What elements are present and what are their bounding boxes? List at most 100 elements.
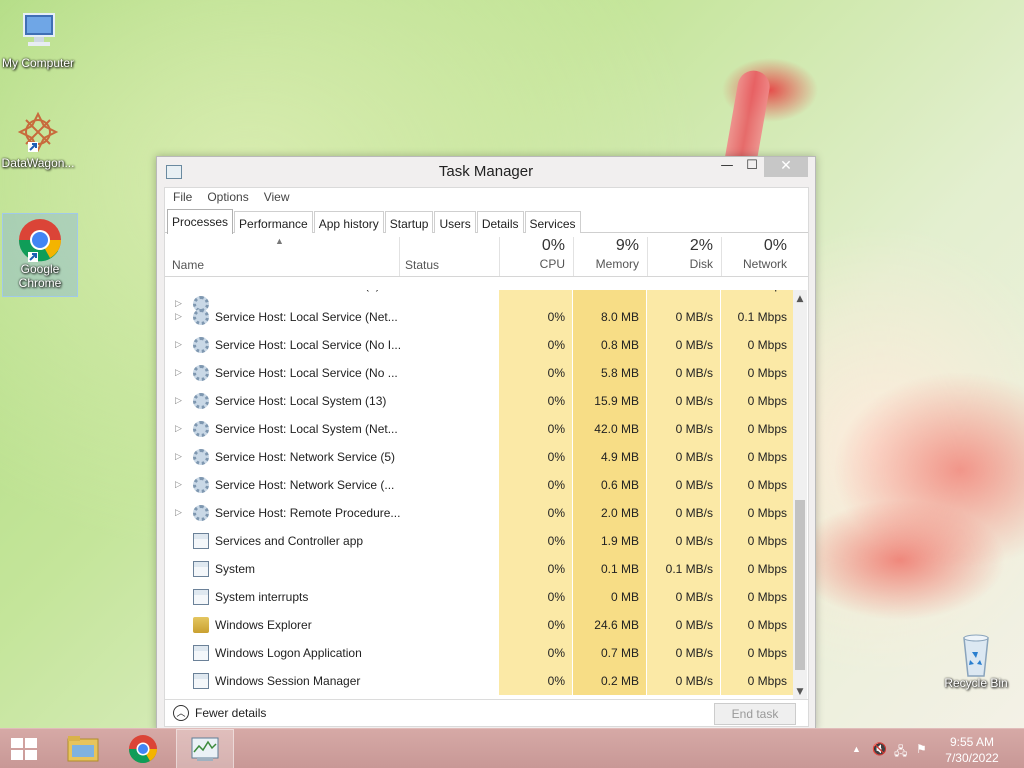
expand-chevron-icon[interactable]: ▷	[175, 507, 182, 518]
table-row[interactable]: ▷ Service Host: Local System (Net... 0% 42.…	[165, 415, 793, 443]
windows-logo-icon	[11, 738, 37, 760]
process-name: Service Host: Network Service (5)	[215, 450, 396, 464]
gear-icon	[193, 505, 209, 521]
table-row[interactable]: ▷Service Host: Local Service (7)0%4.0 MB…	[165, 290, 793, 312]
chrome-icon	[128, 735, 157, 764]
process-name: Service Host: Local Service (Net...	[215, 310, 398, 324]
expand-chevron-icon[interactable]: ▷	[175, 479, 182, 490]
tab-performance[interactable]: Performance	[234, 211, 313, 233]
table-row[interactable]: Windows Explorer 0% 24.6 MB 0 MB/s 0 Mbps	[165, 611, 793, 639]
clock-time: 9:55 AM	[949, 735, 995, 749]
gear-icon	[193, 393, 209, 409]
network-column-label: Network	[742, 257, 787, 271]
table-row[interactable]: Windows Session Manager 0% 0.2 MB 0 MB/s 0 M…	[165, 667, 793, 695]
table-row[interactable]: Windows Logon Application 0% 0.7 MB 0 MB/s 0…	[165, 639, 793, 667]
gear-icon	[193, 449, 209, 465]
expand-chevron-icon[interactable]: ▷	[175, 451, 182, 462]
column-divider[interactable]	[399, 237, 400, 276]
taskbar-chrome[interactable]	[114, 729, 172, 768]
action-center-flag-icon[interactable]: ⚑	[916, 742, 927, 756]
desktop-icon-datawagon[interactable]: DataWagon...	[0, 110, 76, 170]
gear-icon	[193, 421, 209, 437]
fewer-details-label: Fewer details	[195, 706, 267, 720]
app-window-icon	[193, 673, 209, 689]
table-row[interactable]: ▷ Service Host: Local System (13) 0% 15.9 M…	[165, 387, 793, 415]
gear-icon	[193, 365, 209, 381]
expand-chevron-icon[interactable]: ▷	[175, 395, 182, 406]
collapse-chevron-icon: ︿	[173, 705, 189, 721]
volume-muted-icon[interactable]: 🔇	[872, 742, 887, 756]
recycle-bin-icon	[952, 630, 1000, 677]
column-header-name[interactable]: Name	[172, 258, 204, 272]
table-row[interactable]: ▷ Service Host: Remote Procedure... 0% 2.0 …	[165, 499, 793, 527]
tab-processes[interactable]: Processes	[167, 209, 234, 234]
close-button[interactable]: ✕	[764, 157, 808, 177]
chrome-icon	[16, 216, 64, 262]
column-header-memory[interactable]: 9% Memory	[573, 233, 647, 271]
table-row[interactable]: ▷ Service Host: Local Service (No ... 0% 5.…	[165, 359, 793, 387]
tab-startup[interactable]: Startup	[384, 211, 434, 233]
menu-bar: File Options View	[165, 188, 808, 208]
process-name: Windows Logon Application	[215, 646, 362, 660]
start-button[interactable]	[0, 729, 48, 768]
tab-strip: Processes Performance App history Startu…	[165, 208, 808, 234]
desktop-icon-recycle-bin[interactable]: Recycle Bin	[935, 630, 1017, 690]
window-footer: ︿ Fewer details End task	[165, 699, 808, 726]
desktop-icon-label: My Computer	[1, 56, 75, 70]
table-row[interactable]: System 0% 0.1 MB 0.1 MB/s 0 Mbps	[165, 555, 793, 583]
table-row[interactable]: ▷ Service Host: Network Service (5) 0% 4.9 …	[165, 443, 793, 471]
process-name: Service Host: Local Service (7)	[215, 290, 380, 292]
expand-chevron-icon[interactable]: ▷	[175, 423, 182, 434]
expand-chevron-icon[interactable]: ▷	[175, 367, 182, 378]
menu-options[interactable]: Options	[205, 188, 255, 208]
table-row[interactable]: ▷ Service Host: Network Service (... 0% 0.6…	[165, 471, 793, 499]
menu-file[interactable]: File	[171, 188, 199, 208]
task-manager-content: File Options View Processes Performance …	[164, 187, 809, 727]
process-network-value: 0 Mbps	[747, 674, 787, 688]
desktop-icon-my-computer[interactable]: My Computer	[0, 10, 76, 70]
table-row[interactable]: System interrupts 0% 0 MB 0 MB/s 0 Mbps	[165, 583, 793, 611]
app-window-icon	[193, 533, 209, 549]
taskbar-file-explorer[interactable]	[54, 729, 112, 768]
tab-services[interactable]: Services	[524, 211, 581, 233]
show-hidden-icons-icon[interactable]: ▲	[852, 744, 861, 754]
process-name: Windows Explorer	[215, 618, 312, 632]
scroll-up-icon[interactable]: ▲	[793, 292, 807, 306]
taskbar-task-manager[interactable]	[176, 729, 234, 768]
network-total-percent: 0%	[763, 237, 787, 254]
gear-icon	[193, 477, 209, 493]
scroll-down-icon[interactable]: ▼	[793, 685, 807, 699]
column-header-disk[interactable]: 2% Disk	[647, 233, 721, 271]
table-row[interactable]: ▷ Service Host: Local Service (No I... 0% 0…	[165, 331, 793, 359]
column-header-network[interactable]: 0% Network	[721, 233, 795, 271]
datawagon-logo-icon	[14, 110, 62, 154]
end-task-button[interactable]: End task	[714, 703, 796, 725]
fewer-details-button[interactable]: ︿ Fewer details	[173, 705, 266, 721]
process-disk-value: 0 MB/s	[675, 674, 713, 688]
column-header-status[interactable]: Status	[405, 258, 439, 272]
tab-users[interactable]: Users	[434, 211, 476, 233]
expand-chevron-icon[interactable]: ▷	[175, 311, 182, 322]
memory-total-percent: 9%	[615, 237, 639, 254]
process-name: Service Host: Local System (Net...	[215, 422, 398, 436]
scrollbar-thumb[interactable]	[795, 500, 805, 670]
vertical-scrollbar[interactable]: ▲ ▼	[793, 290, 807, 701]
title-bar[interactable]: Task Manager — ☐ ✕	[157, 157, 815, 187]
menu-view[interactable]: View	[262, 188, 297, 208]
desktop-icon-label: DataWagon...	[1, 156, 75, 170]
maximize-button[interactable]: ☐	[737, 157, 767, 177]
task-manager-icon	[191, 737, 219, 761]
memory-column-label: Memory	[595, 257, 639, 271]
expand-chevron-icon[interactable]: ▷	[175, 339, 182, 350]
clock[interactable]: 9:55 AM 7/30/2022	[942, 734, 1002, 766]
table-row[interactable]: ▷ Service Host: Local Service (Net... 0% 8.…	[165, 303, 793, 331]
column-header-cpu[interactable]: 0% CPU	[499, 233, 573, 271]
tab-app-history[interactable]: App history	[313, 211, 384, 233]
process-name: Windows Session Manager	[215, 674, 361, 688]
tab-details[interactable]: Details	[476, 211, 524, 233]
desktop-icon-google-chrome[interactable]: Google Chrome	[2, 213, 78, 297]
network-icon[interactable]: 🖧	[894, 742, 907, 763]
process-name: Services and Controller app	[215, 534, 364, 548]
table-row[interactable]: Services and Controller app 0% 1.9 MB 0 MB/…	[165, 527, 793, 555]
clock-date: 7/30/2022	[945, 751, 999, 765]
